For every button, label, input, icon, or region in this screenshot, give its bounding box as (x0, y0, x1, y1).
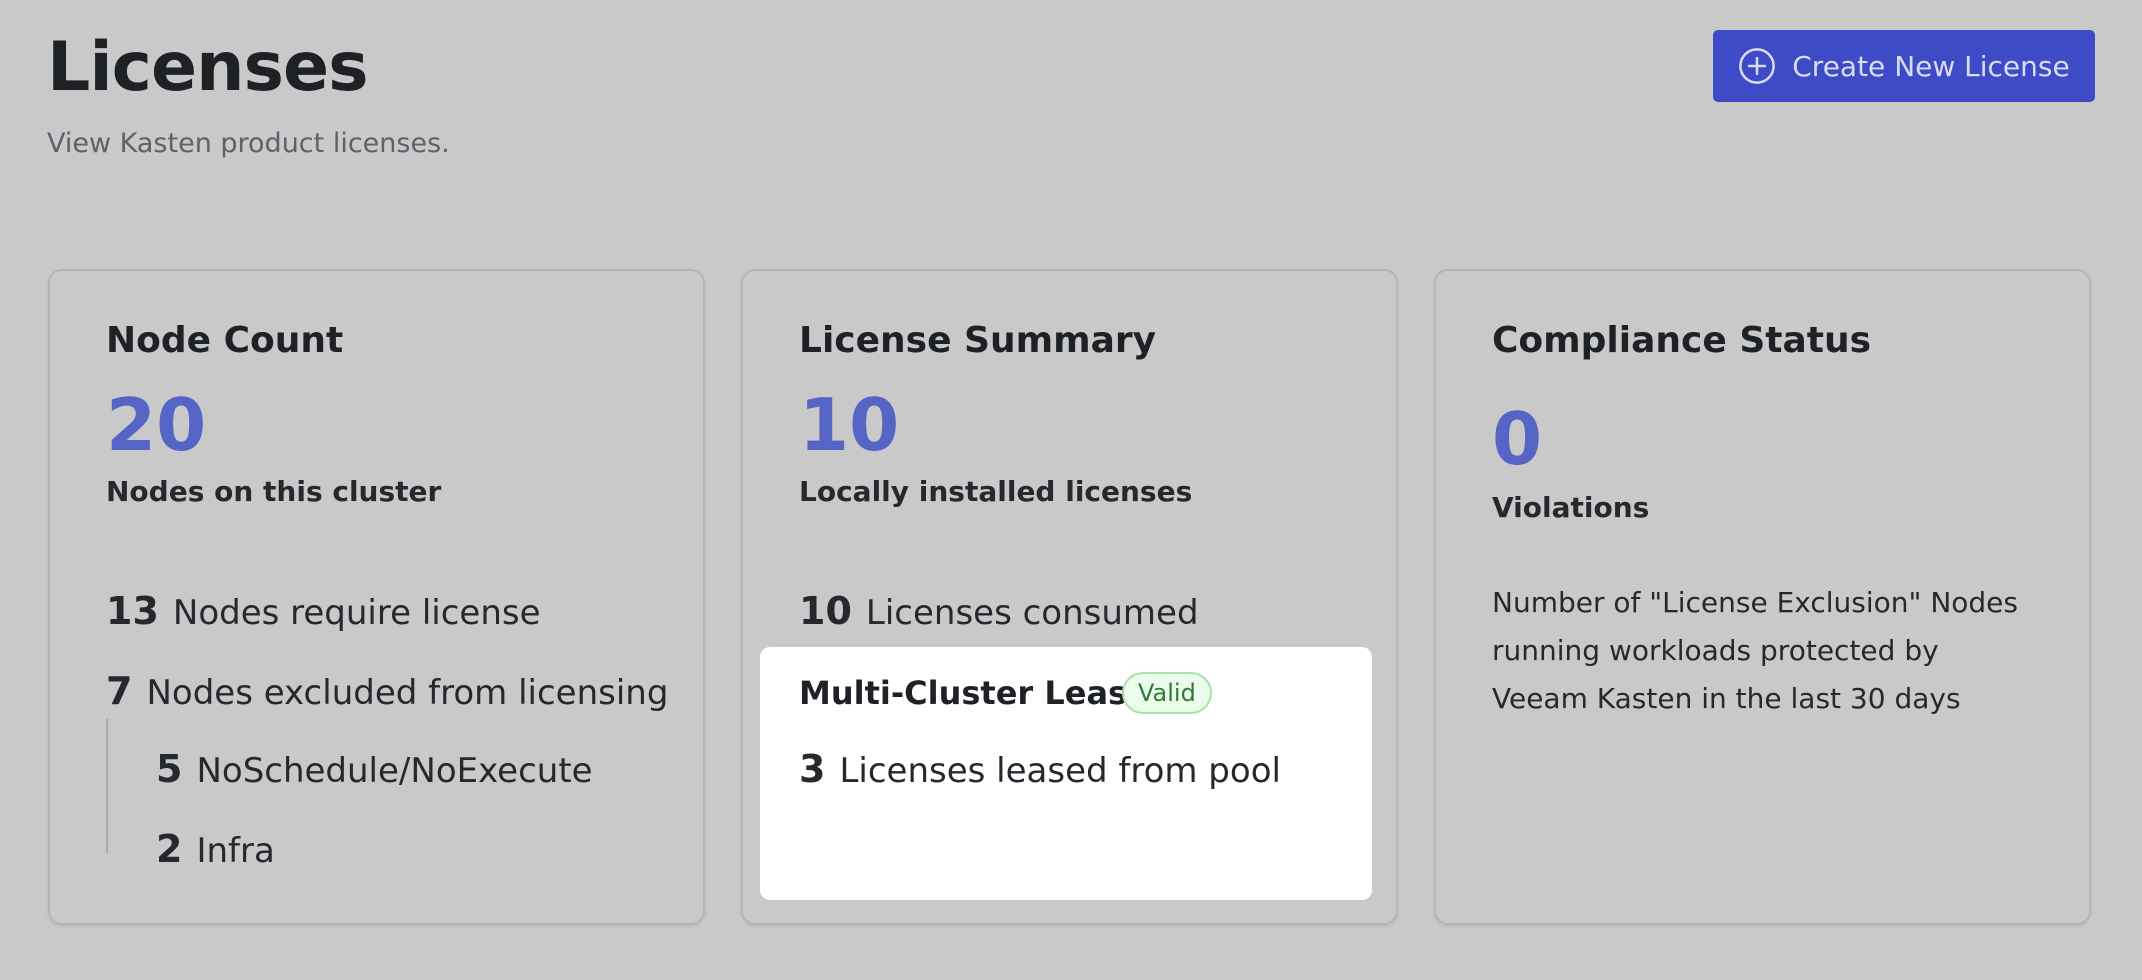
license-summary-value: 10 (799, 383, 900, 467)
node-count-title: Node Count (106, 320, 344, 361)
node-count-value: 20 (106, 383, 207, 467)
nodes-excluded: 7 Nodes excluded from licensing (106, 669, 668, 715)
valid-status-badge: Valid (1122, 672, 1212, 714)
breakdown-label: NoSchedule/NoExecute (196, 751, 593, 791)
breakdown-label: Infra (196, 831, 275, 871)
plus-circle-icon (1739, 48, 1776, 84)
breakdown-value: 2 (156, 827, 183, 871)
violations-value: 0 (1492, 397, 1543, 481)
multi-cluster-lease-panel: Multi-Cluster Lease Valid 3 Licenses leas… (760, 647, 1372, 900)
node-count-caption: Nodes on this cluster (106, 475, 442, 508)
licenses-leased-label: Licenses leased from pool (839, 751, 1281, 791)
node-count-card: Node Count 20 Nodes on this cluster 13 No… (48, 269, 705, 925)
nodes-require-license-label: Nodes require license (172, 593, 541, 633)
licenses-consumed-value: 10 (799, 589, 852, 633)
breakdown-item-noschedule: 5 NoSchedule/NoExecute (156, 747, 593, 793)
nodes-require-license: 13 Nodes require license (106, 589, 541, 635)
multi-cluster-lease-title: Multi-Cluster Lease (799, 674, 1149, 712)
create-new-license-button[interactable]: Create New License (1713, 30, 2095, 102)
breakdown-value: 5 (156, 747, 183, 791)
licenses-leased: 3 Licenses leased from pool (799, 747, 1281, 793)
page-header: Licenses View Kasten product licenses. (47, 22, 450, 164)
licenses-consumed-label: Licenses consumed (865, 593, 1199, 633)
nodes-excluded-label: Nodes excluded from licensing (146, 673, 669, 713)
violations-caption: Violations (1492, 491, 1650, 524)
compliance-status-card: Compliance Status 0 Violations Number of… (1434, 269, 2091, 925)
breakdown-item-infra: 2 Infra (156, 827, 275, 873)
license-summary-card: License Summary 10 Locally installed lic… (741, 269, 1398, 925)
create-new-license-label: Create New License (1792, 49, 2070, 83)
page-subtitle: View Kasten product licenses. (47, 128, 450, 159)
page-title: Licenses (47, 28, 369, 107)
compliance-description: Number of "License Exclusion" Nodes runn… (1492, 586, 2018, 715)
excluded-breakdown: 5 NoSchedule/NoExecute 2 Infra (106, 719, 593, 871)
nodes-excluded-value: 7 (106, 669, 133, 713)
compliance-status-title: Compliance Status (1492, 320, 1872, 361)
license-summary-title: License Summary (799, 320, 1157, 361)
license-summary-caption: Locally installed licenses (799, 475, 1193, 508)
licenses-leased-value: 3 (799, 747, 826, 791)
nodes-require-license-value: 13 (106, 589, 159, 633)
licenses-consumed: 10 Licenses consumed (799, 589, 1199, 635)
